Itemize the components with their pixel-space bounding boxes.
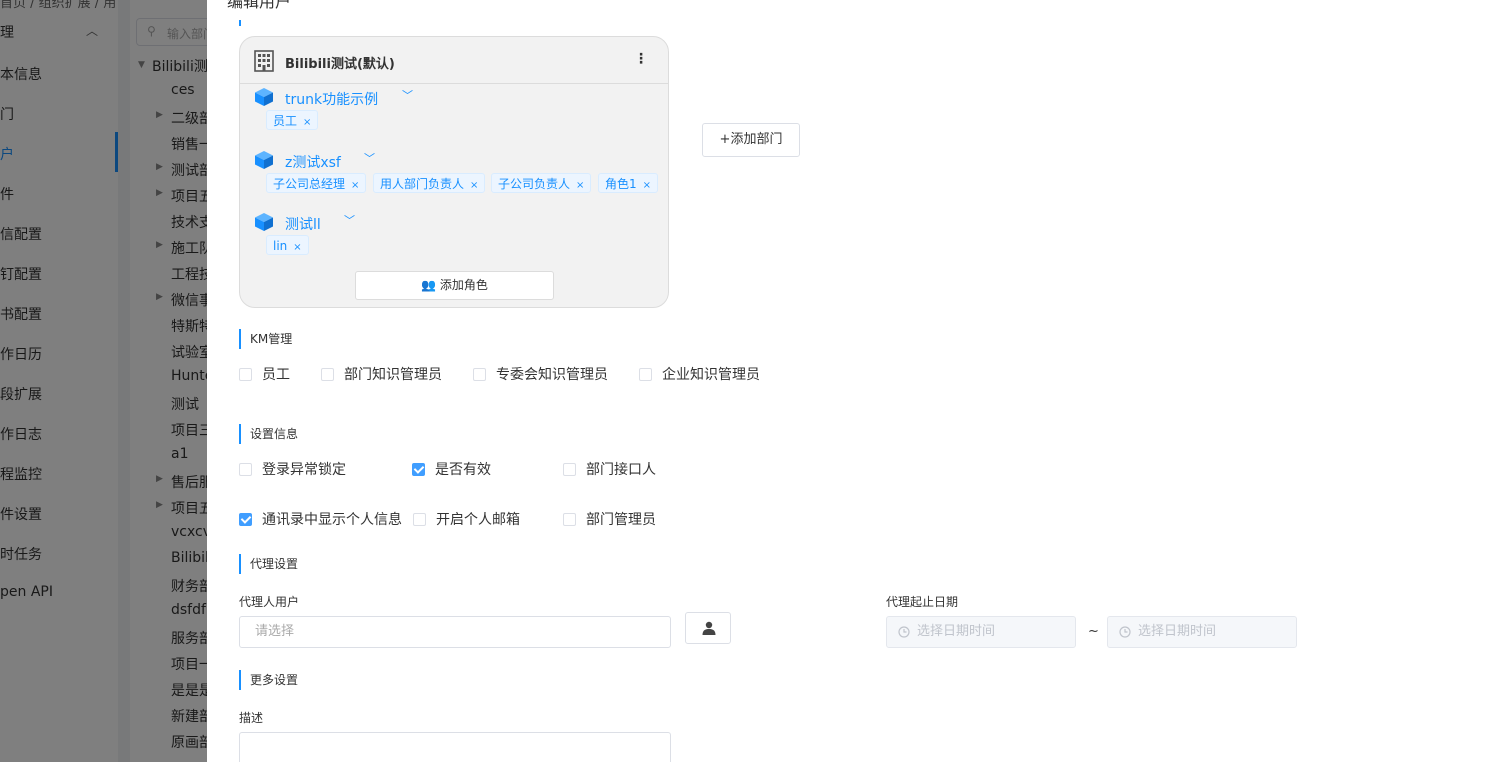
- company-name: Bilibili测试(默认): [285, 57, 395, 72]
- add-department-button[interactable]: +添加部门: [702, 123, 800, 157]
- department-name[interactable]: 测试ll: [285, 214, 321, 234]
- role-tag: 角色1 ×: [598, 173, 659, 193]
- checkbox-km-employee[interactable]: 员工: [239, 366, 290, 384]
- checkbox-km-dept-admin[interactable]: 部门知识管理员: [321, 366, 442, 384]
- section-title-more: 更多设置: [239, 670, 298, 690]
- checkbox-km-committee-admin[interactable]: 专委会知识管理员: [473, 366, 608, 384]
- role-tag: 用人部门负责人 ×: [373, 173, 486, 193]
- close-icon[interactable]: ×: [351, 180, 359, 191]
- organization-card-header: Bilibili测试(默认) ⋮: [240, 37, 668, 84]
- section-title-proxy: 代理设置: [239, 554, 298, 574]
- role-tag: 子公司总经理 ×: [266, 173, 367, 193]
- checkbox-enable-email[interactable]: 开启个人邮箱: [413, 511, 520, 529]
- checkbox-dept-admin[interactable]: 部门管理员: [563, 511, 656, 529]
- section-title-settings: 设置信息: [239, 424, 298, 444]
- user-icon: [702, 621, 716, 635]
- title-accent: [239, 20, 241, 26]
- role-tag: 员工 ×: [266, 110, 319, 130]
- chevron-down-icon[interactable]: ﹀: [402, 87, 413, 103]
- end-datetime-input[interactable]: 选择日期时间: [1107, 616, 1297, 648]
- chevron-down-icon[interactable]: ﹀: [344, 212, 355, 228]
- close-icon[interactable]: ×: [293, 242, 301, 253]
- role-tag: lin ×: [266, 235, 309, 255]
- proxy-date-label: 代理起止日期: [886, 595, 959, 609]
- clock-icon: [1119, 626, 1131, 638]
- date-range-separator: ~: [1088, 624, 1099, 639]
- add-role-button[interactable]: 👥 添加角色: [355, 271, 554, 300]
- role-tag: 子公司负责人 ×: [491, 173, 592, 193]
- close-icon[interactable]: ×: [470, 180, 478, 191]
- proxy-user-input[interactable]: 请选择: [239, 616, 671, 648]
- proxy-user-label: 代理人用户: [239, 595, 300, 609]
- department-name[interactable]: trunk功能示例: [285, 89, 378, 109]
- more-vertical-icon[interactable]: ⋮: [634, 51, 648, 67]
- checkbox-is-valid[interactable]: 是否有效: [412, 461, 491, 479]
- cube-icon: [255, 213, 273, 231]
- users-icon: 👥: [421, 278, 437, 292]
- modal-overlay[interactable]: [0, 0, 207, 762]
- start-datetime-input[interactable]: 选择日期时间: [886, 616, 1076, 648]
- checkbox-km-enterprise-admin[interactable]: 企业知识管理员: [639, 366, 760, 384]
- close-icon[interactable]: ×: [643, 180, 651, 191]
- clock-icon: [898, 626, 910, 638]
- section-title-km: KM管理: [239, 329, 292, 349]
- checkbox-login-lock[interactable]: 登录异常锁定: [239, 461, 346, 479]
- cube-icon: [255, 88, 273, 106]
- organization-card: Bilibili测试(默认) ⋮ trunk功能示例 ﹀ 员工 × z测试xsf …: [239, 36, 669, 308]
- department-name[interactable]: z测试xsf: [285, 152, 341, 172]
- edit-user-drawer: 编辑用户 Bilibili测试(默认) ⋮ trunk功能示例 ﹀ 员工 × z…: [207, 0, 1505, 762]
- description-label: 描述: [239, 711, 264, 725]
- cube-icon: [255, 151, 273, 169]
- close-icon[interactable]: ×: [576, 180, 584, 191]
- drawer-title: 编辑用户: [227, 0, 292, 11]
- close-icon[interactable]: ×: [303, 117, 311, 128]
- checkbox-dept-contact[interactable]: 部门接口人: [563, 461, 656, 479]
- checkbox-show-info-in-directory[interactable]: 通讯录中显示个人信息: [239, 511, 402, 529]
- building-icon: [254, 50, 274, 72]
- chevron-down-icon[interactable]: ﹀: [364, 150, 375, 166]
- description-textarea[interactable]: [239, 732, 671, 762]
- select-user-button[interactable]: [685, 612, 731, 644]
